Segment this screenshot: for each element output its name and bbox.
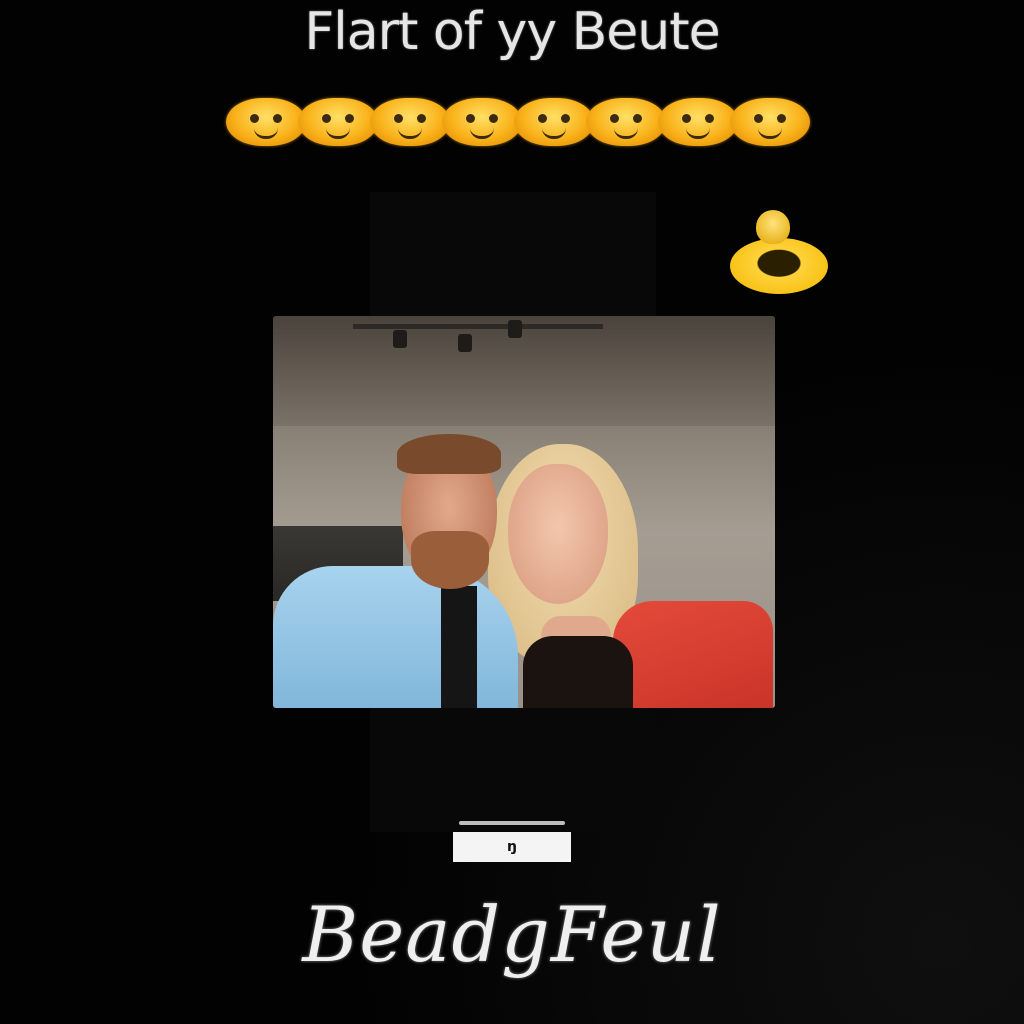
smiley-face-icon	[226, 98, 306, 146]
emoji-row	[226, 96, 826, 148]
smiley-face-icon	[442, 98, 522, 146]
smiley-face-icon	[370, 98, 450, 146]
signature-text: BeadgFeul	[302, 890, 722, 979]
smiley-face-icon	[298, 98, 378, 146]
gold-trophy-icon[interactable]	[730, 210, 830, 296]
smiley-face-icon	[658, 98, 738, 146]
caption-label[interactable]: ŋ	[453, 832, 571, 862]
smiley-face-icon	[730, 98, 810, 146]
scroll-indicator[interactable]	[459, 821, 565, 825]
couple-photo[interactable]	[273, 316, 775, 708]
smiley-face-icon	[514, 98, 594, 146]
page-title: Flart of yy Beute	[304, 2, 720, 62]
smiley-face-icon	[586, 98, 666, 146]
